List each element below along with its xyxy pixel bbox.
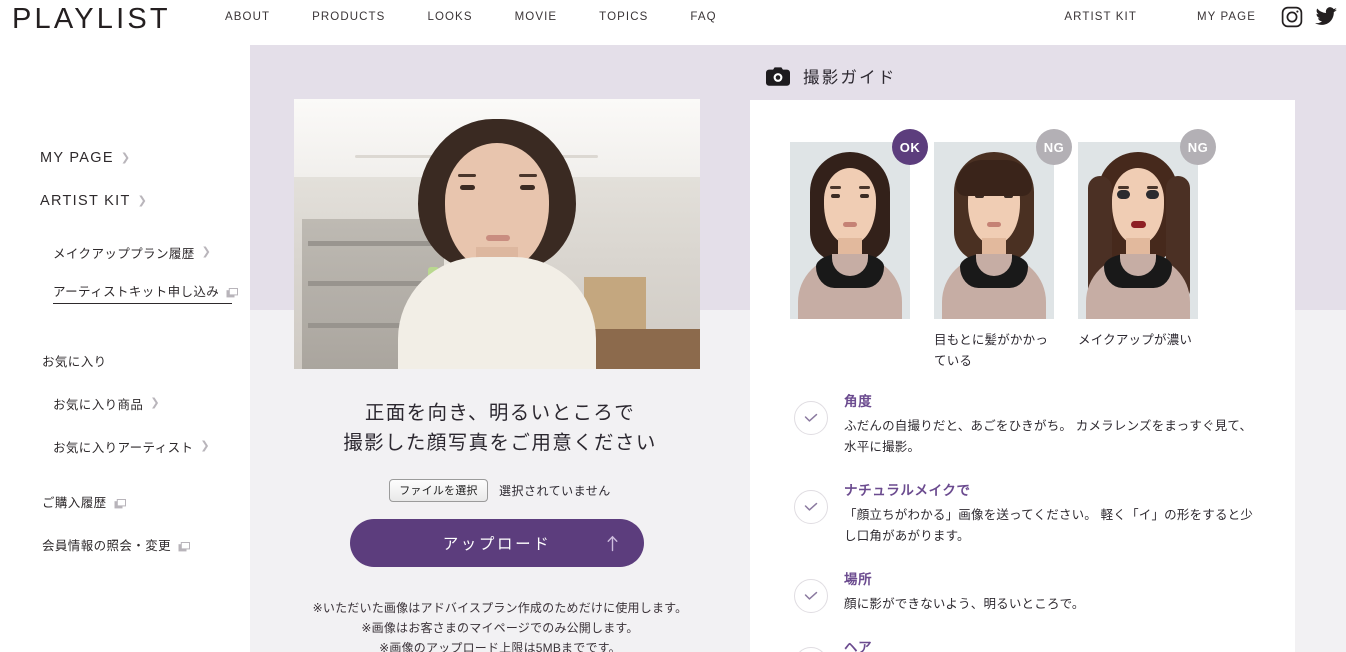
example-photo [1078, 142, 1198, 319]
check-icon [794, 401, 828, 435]
example-badge: NG [1036, 129, 1072, 165]
example-photo [790, 142, 910, 319]
sidebar-item-member-info[interactable]: 会員情報の照会・変更 [42, 535, 191, 554]
example-badge: OK [892, 129, 928, 165]
sidebar-item-artist-kit[interactable]: ARTIST KIT ❯ [40, 193, 148, 209]
example-ng-hair: NG 目もとに髪がかかっている [934, 129, 1072, 372]
upload-button[interactable]: アップロード [350, 519, 644, 567]
sidebar-item-label: メイクアッププラン履歴 [53, 247, 195, 261]
example-photo [934, 142, 1054, 319]
sidebar-item-label: ご購入履歴 [42, 496, 107, 510]
example-badge: NG [1180, 129, 1216, 165]
chevron-right-icon: ❯ [120, 151, 132, 164]
external-window-icon [114, 498, 126, 508]
nav-item-artist-kit[interactable]: ARTIST KIT [1034, 11, 1167, 23]
example-ok: OK [790, 129, 928, 372]
site-logo[interactable]: PLAYLIST [12, 3, 171, 36]
sidebar-item-label: お気に入りアーティスト [53, 441, 194, 455]
checklist-body: 「顔立ちがわかる」画像を送ってください。 軽く「イ」の形をすると少し口角があがり… [844, 508, 1254, 543]
chevron-right-icon: ❯ [150, 397, 160, 409]
upload-button-label: アップロード [442, 536, 552, 553]
sidebar-item-label: MY PAGE [40, 150, 114, 166]
nav-item-topics[interactable]: TOPICS [578, 11, 669, 23]
checklist-item: 場所 顔に影ができないよう、明るいところで。 [794, 570, 1264, 615]
guide-heading: 撮影ガイド [766, 64, 897, 88]
sidebar-item-my-page[interactable]: MY PAGE ❯ [40, 150, 131, 166]
upload-arrow-icon [605, 534, 620, 552]
checklist-heading: 角度 [844, 394, 873, 409]
sidebar-item-favorite-artists[interactable]: お気に入りアーティスト ❯ [53, 437, 210, 456]
checklist-item: 角度 ふだんの自撮りだと、あごをひきがち。 カメラレンズをまっすぐ見て、水平に撮… [794, 392, 1264, 458]
nav-item-about[interactable]: ABOUT [204, 11, 291, 23]
instagram-icon[interactable] [1280, 5, 1304, 29]
nav-item-my-page[interactable]: MY PAGE [1167, 11, 1286, 23]
guide-checklist: 角度 ふだんの自撮りだと、あごをひきがち。 カメラレンズをまっすぐ見て、水平に撮… [794, 392, 1264, 652]
checklist-heading: 場所 [844, 572, 873, 587]
camera-icon [766, 66, 790, 86]
file-input-row: ファイルを選択 選択されていません [250, 479, 750, 502]
file-status-text: 選択されていません [498, 484, 611, 498]
chevron-right-icon: ❯ [201, 246, 212, 258]
nav-item-faq[interactable]: FAQ [669, 11, 737, 23]
guide-card: OK NG 目もとに髪がかかっている NG メイクアップが濃い 角度 ふだんの自… [750, 100, 1295, 652]
guide-examples: OK NG 目もとに髪がかかっている NG メイクアップが濃い [790, 129, 1260, 372]
checklist-heading: ナチュラルメイクで [844, 483, 971, 498]
upload-instructions: 正面を向き、明るいところで 撮影した顔写真をご用意ください [250, 398, 750, 458]
instruction-line-2: 撮影した顔写真をご用意ください [343, 432, 657, 454]
sidebar-section-label: お気に入り [42, 355, 107, 369]
left-column-background [0, 45, 250, 652]
sidebar-item-makeup-plan-history[interactable]: メイクアッププラン履歴 ❯ [53, 243, 211, 262]
example-caption: 目もとに髪がかかっている [934, 333, 1049, 368]
guide-title-text: 撮影ガイド [803, 69, 897, 87]
social-links [1280, 5, 1338, 29]
main-navigation: ABOUT PRODUCTS LOOKS MOVIE TOPICS FAQ [204, 11, 738, 23]
instruction-line-1: 正面を向き、明るいところで [364, 402, 636, 424]
sidebar-item-favorite-products[interactable]: お気に入り商品 ❯ [53, 394, 160, 413]
nav-item-products[interactable]: PRODUCTS [291, 11, 406, 23]
nav-item-movie[interactable]: MOVIE [494, 11, 579, 23]
chevron-right-icon: ❯ [200, 440, 211, 452]
sidebar-item-label: 会員情報の照会・変更 [42, 539, 172, 553]
check-icon [794, 647, 828, 652]
chevron-right-icon: ❯ [137, 194, 149, 207]
checklist-item: ナチュラルメイクで 「顔立ちがわかる」画像を送ってください。 軽く「イ」の形をす… [794, 481, 1264, 547]
upload-notes: ※いただいた画像はアドバイスプラン作成のためだけに使用します。 ※画像はお客さま… [250, 598, 750, 652]
note-line-2: ※画像はお客さまのマイページでのみ公開します。 [361, 621, 639, 635]
note-line-1: ※いただいた画像はアドバイスプラン作成のためだけに使用します。 [312, 601, 688, 615]
sidebar-item-label: アーティストキット申し込み [53, 285, 220, 299]
nav-item-looks[interactable]: LOOKS [406, 11, 493, 23]
example-ng-makeup: NG メイクアップが濃い [1078, 129, 1216, 372]
twitter-icon[interactable] [1314, 5, 1338, 29]
page-root: PLAYLIST ABOUT PRODUCTS LOOKS MOVIE TOPI… [0, 0, 1346, 652]
check-icon [794, 490, 828, 524]
sidebar-section-favorites: お気に入り [42, 351, 107, 370]
sidebar-item-purchase-history[interactable]: ご購入履歴 [42, 492, 126, 511]
preview-person [398, 119, 596, 369]
check-icon [794, 579, 828, 613]
external-window-icon [178, 541, 191, 551]
checklist-body: 顔に影ができないよう、明るいところで。 [844, 597, 1085, 611]
checklist-heading: ヘア [844, 640, 873, 652]
note-line-3: ※画像のアップロード上限は5MBまでです。 [379, 641, 621, 652]
sidebar-item-artist-kit-application[interactable]: アーティストキット申し込み [53, 281, 239, 300]
external-window-icon [226, 287, 239, 297]
utility-navigation: ARTIST KIT MY PAGE [1034, 11, 1286, 23]
site-header: PLAYLIST ABOUT PRODUCTS LOOKS MOVIE TOPI… [0, 0, 1346, 45]
choose-file-button[interactable]: ファイルを選択 [389, 479, 488, 502]
sidebar-item-label: お気に入り商品 [53, 398, 144, 412]
sidebar-item-label: ARTIST KIT [40, 193, 131, 209]
example-caption: メイクアップが濃い [1078, 333, 1193, 347]
checklist-body: ふだんの自撮りだと、あごをひきがち。 カメラレンズをまっすぐ見て、水平に撮影。 [844, 419, 1253, 454]
checklist-item: ヘア [794, 638, 1264, 652]
face-photo-preview [294, 99, 700, 369]
sidebar-active-underline [53, 303, 232, 304]
